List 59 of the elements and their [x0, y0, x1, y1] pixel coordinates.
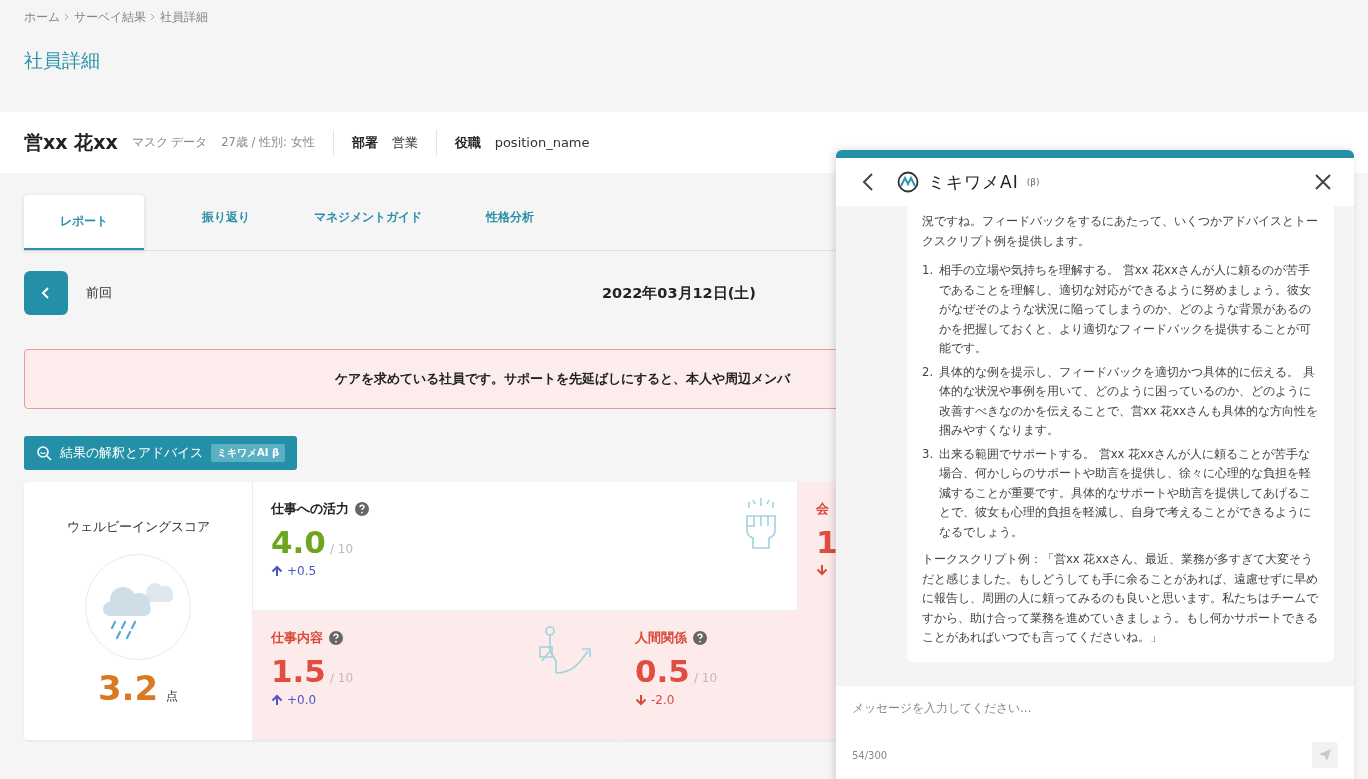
metric-score: 1.5 [271, 653, 326, 689]
tab[interactable]: 振り返り [166, 195, 286, 240]
send-icon [1318, 747, 1332, 763]
metric-change: +0.5 [287, 564, 317, 578]
mask-label: マスク データ [131, 135, 208, 150]
ai-advice-button[interactable]: 結果の解釈とアドバイス ミキワメAI β [24, 436, 298, 470]
beta-label: (β) [1026, 177, 1040, 187]
score-max: / 10 [329, 542, 354, 556]
message-field[interactable]: メッセージを入力してください... [852, 700, 1338, 742]
position-value: position_name [494, 135, 590, 150]
help-icon[interactable] [693, 631, 707, 645]
score-max: / 10 [693, 671, 718, 685]
chevron-left-icon [41, 287, 51, 299]
breadcrumb-link[interactable]: ホーム [24, 8, 60, 26]
breadcrumb-link[interactable]: サーベイ結果 [74, 8, 146, 26]
list-item-text: 相手の立場や気持ちを理解する。 営xx 花xxさんが人に頼るのが苦手であることを理解し、適切な対応ができるように努めましょう。彼女がなぜそのような状況に陥ってしまうのか、どのような背景があるのかを把握しておくと、より適切なフィードバックを提供することが可能です。 [939, 262, 1312, 357]
alert-message: ケアを求めている社員です。サポートを先延ばしにすると、本人や周辺メンバ [335, 370, 790, 388]
metric-name: 会 [816, 500, 829, 518]
help-icon[interactable] [329, 631, 343, 645]
help-icon[interactable] [355, 502, 369, 516]
list-number: 1. [922, 262, 935, 279]
age-gender: 27歳 / 性別: 女性 [221, 135, 315, 150]
employee-name: 営xx 花xx [24, 129, 118, 155]
back-icon[interactable] [862, 172, 874, 192]
search-icon [36, 445, 52, 461]
metric-score: 1 [816, 524, 838, 560]
wellbeing-score: 3.2 [97, 668, 159, 708]
metric-name: 仕事内容 [271, 629, 323, 647]
previous-label: 前回 [86, 284, 112, 302]
metric-score: 0.5 [635, 653, 690, 689]
list-number: 2. [922, 363, 935, 381]
message-text: トークスクリプト例：「営xx 花xxさん、最近、業務が多すぎて大変そうだと感じました。もしどうしても手に余ることがあれば、遠慮せずに早めに報告し、周囲の人に頼ってみるのも良いと思います。私たちはチームですから、助け合って業務を進めていきましょう。もし何かサポートできることがあればいつでも言ってくださいね。」 [922, 551, 1319, 646]
previous-button[interactable] [24, 271, 68, 315]
department-label: 部署 [351, 133, 378, 152]
message-text: 況ですね。フィードバックをするにあたって、いくつかアドバイスとトークスクリプト例を提供します。 [922, 213, 1319, 250]
logo-icon [896, 170, 920, 194]
score-unit: 点 [166, 688, 179, 705]
department-value: 営業 [391, 133, 418, 152]
list-number: 3. [922, 445, 935, 463]
list-item-text: 出来る範囲でサポートする。 営xx 花xxさんが人に頼ることが苦手な場合、何かしらのサポートや助言を提供し、徐々に心理的な負担を軽減することが重要です。具体的なサポートや助言を提供してあげることで、彼女も心理的負担を軽減し、自身で考えることができるようになるでしょう。 [939, 445, 1312, 541]
metric-score: 4.0 [271, 524, 326, 560]
message-composer[interactable]: メッセージを入力してください... 54/300 [836, 686, 1354, 779]
page-title: 社員詳細 [23, 48, 101, 73]
metric-name: 仕事への活力 [271, 500, 349, 518]
wellbeing-label: ウェルビーイングスコア [66, 518, 210, 536]
tab[interactable]: マネジメントガイド [308, 195, 428, 240]
tab[interactable]: 性格分析 [450, 195, 570, 240]
survey-date: 2022年03月12日(土) [602, 283, 756, 303]
position-label: 役職 [454, 133, 481, 152]
tab[interactable]: レポート [24, 195, 144, 250]
chat-title: ミキワメAI [928, 170, 1019, 194]
score-max: / 10 [329, 671, 354, 685]
list-item-text: 具体的な例を提示し、フィードバックを適切かつ具体的に伝える。 具体的な状況や事例を用いて、どのように困っているのか、どのように改善すべきなのかを伝えることで、営xx 花xxさんも具体的な方向性を掴みやすくなります。 [939, 363, 1319, 439]
beta-badge: ミキワメAI β [211, 444, 286, 462]
character-counter: 54/300 [852, 749, 888, 761]
metric-change: -2.0 [651, 693, 675, 707]
metric-change: +0.0 [287, 693, 317, 707]
metric-name: 人間関係 [635, 629, 687, 647]
close-icon[interactable] [1314, 173, 1332, 191]
